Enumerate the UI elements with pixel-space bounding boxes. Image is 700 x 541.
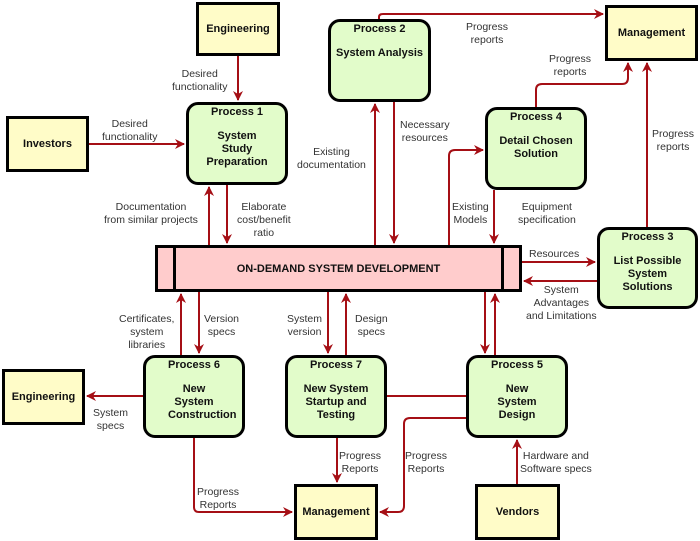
flow-label-store-to-p4: Existing Models bbox=[452, 201, 489, 226]
flow-label-store-to-p1: Documentation from similar projects bbox=[104, 201, 198, 226]
store-divider-right bbox=[501, 248, 504, 289]
store-label: ON-DEMAND SYSTEM DEVELOPMENT bbox=[236, 262, 441, 275]
flow-label-p2-to-store: Necessary resources bbox=[400, 119, 450, 144]
entity-label: Investors bbox=[23, 138, 72, 150]
flow-label-p4-to-store: Equipment specification bbox=[518, 201, 576, 226]
process-number: Process 6 bbox=[168, 359, 220, 371]
store-divider-left bbox=[173, 248, 176, 289]
entity-vendors[interactable]: Vendors bbox=[475, 484, 560, 540]
entity-investors[interactable]: Investors bbox=[6, 116, 89, 172]
process-6[interactable]: Process 6 New System Construction bbox=[143, 355, 245, 438]
flow-label-p1-to-store: Elaborate cost/benefit ratio bbox=[237, 201, 291, 239]
flow-label-p2-to-mgmt: Progress reports bbox=[466, 21, 509, 46]
process-name: System Study Preparation bbox=[206, 130, 268, 168]
process-number: Process 7 bbox=[310, 359, 362, 371]
flow-label-eng-to-p1: Desired functionality bbox=[172, 68, 228, 93]
flow-label-p7-to-mgmt: Progress Reports bbox=[339, 450, 382, 475]
flow-label-store-to-p2: Existing documentation bbox=[297, 146, 366, 171]
process-7[interactable]: Process 7 New System Startup and Testing bbox=[285, 355, 387, 438]
process-1[interactable]: Process 1 System Study Preparation bbox=[186, 102, 288, 185]
process-name: New System Design bbox=[497, 383, 537, 421]
entity-engineering-bottom[interactable]: Engineering bbox=[2, 369, 85, 425]
process-2[interactable]: Process 2 System Analysis bbox=[328, 19, 431, 102]
flow-label-p6-to-store: Certificates, system libraries bbox=[119, 313, 175, 351]
flow-label-p6-to-mgmt: Progress Reports bbox=[197, 486, 240, 511]
flow-label-vendors-to-p5: Hardware and Software specs bbox=[520, 450, 592, 475]
flow-label-p4-to-mgmt: Progress reports bbox=[549, 53, 592, 78]
process-name: System Analysis bbox=[335, 47, 424, 59]
process-5[interactable]: Process 5 New System Design bbox=[466, 355, 568, 438]
data-store[interactable]: ON-DEMAND SYSTEM DEVELOPMENT bbox=[155, 245, 522, 292]
process-number: Process 5 bbox=[491, 359, 543, 371]
entity-engineering-top[interactable]: Engineering bbox=[196, 2, 280, 56]
flow-label-p3-to-mgmt: Progress reports bbox=[652, 128, 695, 153]
process-name: New System Construction bbox=[168, 383, 237, 421]
process-3[interactable]: Process 3 List Possible System Solutions bbox=[597, 227, 698, 309]
entity-label: Management bbox=[617, 27, 686, 39]
entity-management-top[interactable]: Management bbox=[605, 5, 698, 61]
flow-store-to-p4 bbox=[448, 145, 484, 245]
process-number: Process 3 bbox=[621, 231, 674, 243]
entity-label: Management bbox=[302, 506, 370, 518]
flow-label-store-to-p6: Version specs bbox=[204, 313, 240, 338]
process-4[interactable]: Process 4 Detail Chosen Solution bbox=[485, 107, 587, 190]
process-number: Process 2 bbox=[353, 23, 406, 35]
process-number: Process 4 bbox=[510, 111, 562, 123]
entity-management-bottom[interactable]: Management bbox=[294, 484, 378, 540]
entity-label: Engineering bbox=[206, 23, 270, 35]
flow-label-store-to-p3: Resources bbox=[529, 248, 580, 260]
flow-label-inv-to-p1: Desired functionality bbox=[102, 118, 158, 143]
flow-label-store-to-p7: System version bbox=[287, 313, 323, 338]
entity-label: Vendors bbox=[495, 506, 540, 518]
entity-label: Engineering bbox=[11, 391, 76, 403]
flow-label-p7-to-store: Design specs bbox=[355, 313, 388, 338]
process-name: List Possible System Solutions bbox=[613, 255, 682, 293]
process-number: Process 1 bbox=[211, 106, 263, 118]
process-name: New System Startup and Testing bbox=[303, 383, 369, 421]
flow-label-p5-to-mgmt: Progress Reports bbox=[405, 450, 448, 475]
flow-label-p3-to-store: System Advantages and Limitations bbox=[526, 284, 597, 322]
flow-label-p6-to-eng: System specs bbox=[93, 407, 129, 432]
process-name: Detail Chosen Solution bbox=[499, 135, 573, 160]
